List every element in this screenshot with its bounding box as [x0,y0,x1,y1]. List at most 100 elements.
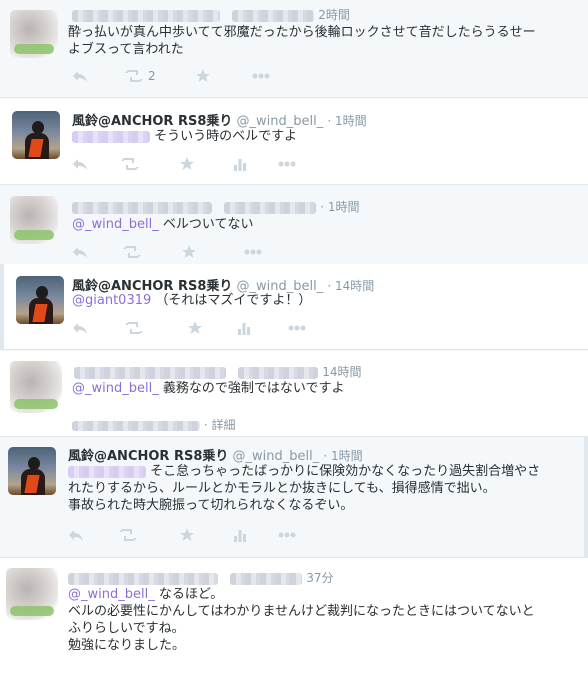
tweet-text-line: （それはマズイですよ！） [155,293,312,308]
retweet-count: 2 [148,69,156,83]
reply-icon [73,323,87,334]
more-button[interactable] [252,69,270,83]
avatar[interactable] [16,276,64,324]
retweet-button[interactable] [122,245,142,259]
tweet-text-line: 義務なので強制ではないですよ [162,381,345,396]
user-handle-blurred [232,9,315,22]
avatar[interactable] [6,568,58,620]
tweet[interactable]: 風鈴@ANCHOR RS8乗り @_wind_bell_ · 1時間 そこ怠っち… [0,437,588,557]
retweet-icon [119,529,137,541]
reply-button[interactable] [72,69,88,83]
favorite-icon [180,157,194,170]
retweet-icon [125,322,143,334]
retweet-button[interactable]: 2 [124,69,156,83]
tweet-header: 14時間 [74,363,362,380]
tweet-header: 37分 [68,569,334,586]
tweet-text: @_wind_bell_ 義務なので強制ではないですよ [72,380,344,397]
retweet-icon [125,70,143,82]
avatar[interactable] [10,10,58,58]
favorite-button[interactable] [196,69,210,83]
tweet-time[interactable]: 37分 [306,571,333,585]
reply-icon [73,159,87,170]
tweet-actions [72,157,296,171]
reply-button[interactable] [72,245,88,259]
favorite-button[interactable] [180,157,194,171]
reply-button[interactable] [68,528,84,542]
tweet[interactable]: 2時間 酔っ払いが真ん中歩いてて邪魔だったから後輪ロックさせて音だしたらうるせー… [0,0,588,98]
user-handle-blurred [238,366,319,379]
tweet-header: 風鈴@ANCHOR RS8乗り @_wind_bell_ · 1時間 [72,110,367,129]
more-icon [278,161,296,167]
analytics-button[interactable] [234,528,246,542]
tweet-text-line: ふりらしいですね。 [68,621,185,636]
tweet-text: 酔っ払いが真ん中歩いてて邪魔だったから後輪ロックさせて音だしたらうるせー よブス… [68,24,536,58]
favorite-button[interactable] [180,528,194,542]
tweet-text: そういう時のベルですよ [72,128,297,145]
reply-button[interactable] [72,157,88,171]
tweet-time[interactable]: · 1時間 [327,114,366,128]
tweet-text: @_wind_bell_ ベルついてない [72,216,253,233]
favorite-button[interactable] [182,245,196,259]
more-icon [288,325,306,331]
more-button[interactable] [244,245,262,259]
user-name[interactable]: 風鈴@ANCHOR RS8乗り [68,449,228,464]
reply-icon [73,247,87,258]
user-handle-blurred [224,201,317,214]
favorite-icon [196,69,210,82]
tweet-text-line: ベルの必要性にかんしてはわかりませんけど裁判になったときにはついてないと [68,604,535,619]
tweet-time[interactable]: · 1時間 [323,449,362,463]
tweet-text-line: そこ怠っちゃったばっかりに保険効かなくなったり過失割合増やさ [150,464,541,479]
favorite-icon [180,528,194,541]
retweet-button[interactable] [124,321,144,335]
mention-link[interactable]: @_wind_bell_ [72,217,159,232]
more-button[interactable] [288,321,306,335]
tweet-header: 2時間 [72,6,350,23]
tweet-actions [68,528,296,542]
favorite-icon [188,321,202,334]
more-icon [244,249,262,255]
user-handle[interactable]: @_wind_bell_ [237,114,324,129]
retweet-button[interactable] [118,528,138,542]
mention-blurred [72,130,150,143]
tweet-actions: 2 [72,69,292,83]
user-name[interactable]: 風鈴@ANCHOR RS8乗り [72,114,232,129]
tweet[interactable]: 風鈴@ANCHOR RS8乗り @_wind_bell_ · 1時間 そういう時… [0,99,588,185]
tweet-time[interactable]: 14時間 [322,365,361,379]
reply-button[interactable] [72,321,88,335]
avatar[interactable] [8,447,56,495]
user-name-blurred [68,572,218,585]
favorite-icon [182,245,196,258]
analytics-icon [234,159,246,171]
avatar[interactable] [10,361,62,413]
more-button[interactable] [278,528,296,542]
analytics-button[interactable] [238,321,250,335]
tweet-text: そこ怠っちゃったばっかりに保険効かなくなったり過失割合増やさ れたりするから、ル… [68,463,540,514]
user-name-blurred [72,9,220,22]
reply-icon [69,530,83,541]
mention-link[interactable]: @_wind_bell_ [68,587,155,602]
more-button[interactable] [278,157,296,171]
avatar[interactable] [12,111,60,159]
user-handle-blurred [230,572,303,585]
tweet[interactable]: · 1時間 @_wind_bell_ ベルついてない [0,186,588,264]
avatar[interactable] [10,196,58,244]
tweet-text-line: そういう時のベルですよ [154,129,298,144]
tweet-time[interactable]: · 1時間 [320,200,359,214]
tweet-time[interactable]: 2時間 [318,8,350,22]
mention-link[interactable]: @giant0319 [72,293,151,308]
tweet-text-line: 勉強になりました。 [68,638,186,653]
tweet[interactable]: 37分 @_wind_bell_ なるほど。 ベルの必要性にかんしてはわかりませ… [0,557,588,676]
detail-label[interactable]: · 詳細 [204,418,236,432]
mention-link[interactable]: @_wind_bell_ [72,381,159,396]
reply-icon [73,71,87,82]
tweet-detail-link[interactable]: · 詳細 [72,416,235,433]
tweet-time[interactable]: · 14時間 [327,279,374,293]
user-name-blurred [72,201,212,214]
tweet-text-line: ベルついてない [162,217,254,232]
favorite-button[interactable] [188,321,202,335]
retweet-icon [121,158,139,170]
analytics-button[interactable] [234,157,246,171]
tweet[interactable]: 風鈴@ANCHOR RS8乗り @_wind_bell_ · 14時間 @gia… [0,264,588,350]
retweet-button[interactable] [120,157,140,171]
user-handle[interactable]: @_wind_bell_ [233,449,320,464]
